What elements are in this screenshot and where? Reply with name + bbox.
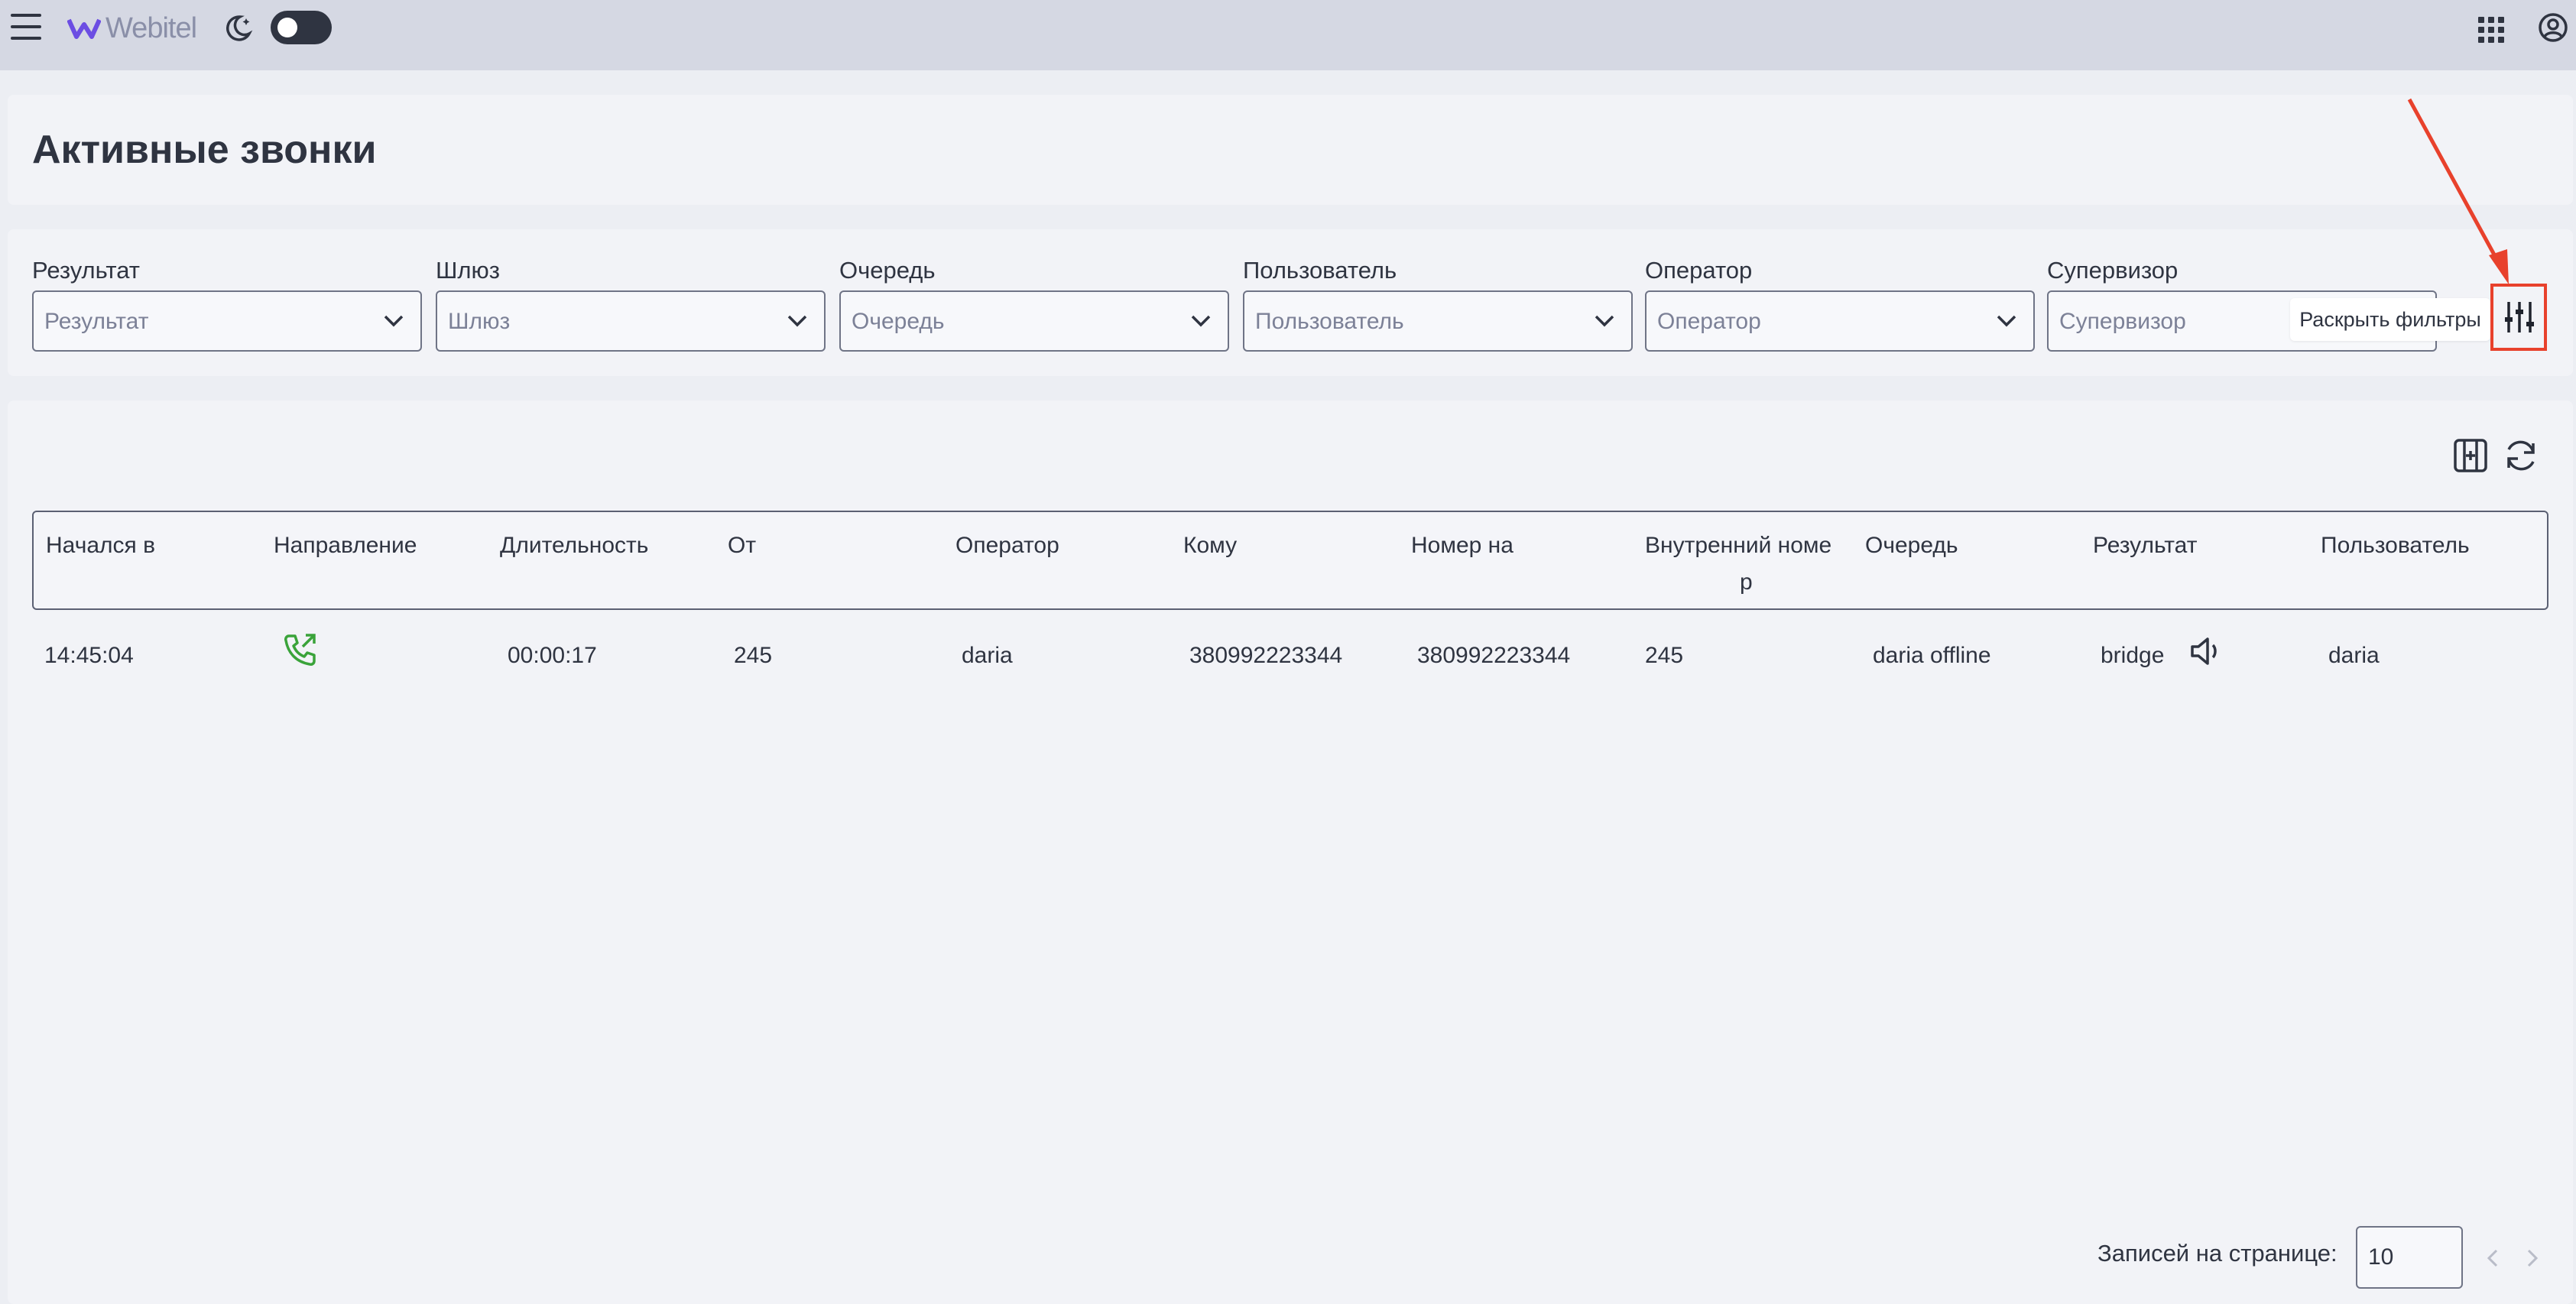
- select-placeholder: Пользователь: [1255, 309, 1404, 334]
- result-select[interactable]: Результат: [32, 290, 422, 352]
- filter-label: Очередь: [839, 257, 936, 284]
- column-header-result[interactable]: Результат: [2093, 527, 2197, 564]
- chevron-down-icon: [1191, 315, 1211, 327]
- cell-number: 380992223344: [1417, 643, 1571, 668]
- filters-panel: Результат Результат Шлюз Шлюз Очередь Оч…: [8, 229, 2573, 376]
- column-header-operator[interactable]: Оператор: [955, 527, 1059, 564]
- cell-operator: daria: [962, 643, 1013, 668]
- speaker-icon[interactable]: [2188, 634, 2223, 668]
- page-size-input[interactable]: [2356, 1226, 2463, 1289]
- column-header-extension-wrap: р: [1740, 569, 1753, 595]
- cell-queue: daria offline: [1873, 643, 1991, 668]
- theme-toggle[interactable]: [271, 11, 332, 44]
- operator-select[interactable]: Оператор: [1645, 290, 2035, 352]
- filter-gateway: Шлюз Шлюз: [436, 257, 826, 352]
- filter-label: Результат: [32, 257, 140, 284]
- column-header-duration[interactable]: Длительность: [500, 527, 648, 564]
- moon-stars-icon: [226, 15, 253, 41]
- filter-label: Шлюз: [436, 257, 500, 284]
- filter-queue: Очередь Очередь: [839, 257, 1229, 352]
- chevron-right-icon[interactable]: [2519, 1244, 2544, 1272]
- title-panel: Активные звонки: [8, 95, 2573, 205]
- account-circle-icon[interactable]: [2538, 12, 2568, 43]
- cell-result: bridge: [2101, 643, 2165, 668]
- outbound-call-icon[interactable]: [281, 631, 318, 668]
- top-bar: Webitel: [0, 0, 2576, 70]
- chevron-left-icon[interactable]: [2481, 1244, 2506, 1272]
- chevron-down-icon: [787, 315, 807, 327]
- select-placeholder: Очередь: [852, 309, 945, 334]
- column-header-started[interactable]: Начался в: [46, 527, 155, 564]
- select-placeholder: Оператор: [1657, 309, 1761, 334]
- column-header-direction[interactable]: Направление: [274, 527, 417, 564]
- column-header-queue[interactable]: Очередь: [1865, 527, 1958, 564]
- brand-logo[interactable]: Webitel: [67, 11, 197, 46]
- column-header-number[interactable]: Номер на: [1411, 527, 1513, 564]
- cell-started: 14:45:04: [44, 643, 134, 668]
- column-header-extension[interactable]: Внутренний номе: [1645, 527, 1831, 564]
- gateway-select[interactable]: Шлюз: [436, 290, 826, 352]
- chevron-down-icon: [1997, 315, 2016, 327]
- cell-extension: 245: [1645, 643, 1684, 668]
- cell-to: 380992223344: [1189, 643, 1343, 668]
- table-header: Начался в Направление Длительность От Оп…: [32, 511, 2548, 610]
- column-header-from[interactable]: От: [728, 527, 756, 564]
- column-select-icon[interactable]: [2451, 436, 2490, 475]
- filter-label: Супервизор: [2047, 257, 2179, 284]
- page-title: Активные звонки: [32, 128, 377, 172]
- toggle-knob: [277, 18, 297, 37]
- table-panel: Начался в Направление Длительность От Оп…: [8, 401, 2573, 1304]
- filter-user: Пользователь Пользователь: [1243, 257, 1633, 352]
- filter-label: Пользователь: [1243, 257, 1397, 284]
- cell-duration: 00:00:17: [508, 643, 597, 668]
- cell-from: 245: [734, 643, 773, 668]
- menu-icon[interactable]: [11, 14, 41, 41]
- table-row[interactable]: 14:45:04 00:00:17 245 daria 380992223344…: [32, 619, 2548, 694]
- filter-result: Результат Результат: [32, 257, 422, 352]
- chevron-down-icon: [1595, 315, 1614, 327]
- page-size-label: Записей на странице:: [2097, 1240, 2338, 1267]
- brand-name: Webitel: [105, 11, 197, 44]
- apps-grid-icon[interactable]: [2477, 15, 2504, 43]
- cell-user: daria: [2328, 643, 2380, 668]
- select-placeholder: Супервизор: [2059, 309, 2186, 334]
- column-header-to[interactable]: Кому: [1183, 527, 1237, 564]
- filter-toggle-tooltip: Раскрыть фильтры: [2290, 298, 2490, 341]
- annotation-arrow: [2407, 98, 2509, 284]
- queue-select[interactable]: Очередь: [839, 290, 1229, 352]
- webitel-logo-icon: [67, 18, 101, 39]
- user-select[interactable]: Пользователь: [1243, 290, 1633, 352]
- column-header-user[interactable]: Пользователь: [2321, 527, 2470, 564]
- filter-label: Оператор: [1645, 257, 1753, 284]
- filter-operator: Оператор Оператор: [1645, 257, 2035, 352]
- select-placeholder: Результат: [44, 309, 149, 334]
- highlight-box: [2490, 284, 2547, 351]
- chevron-down-icon: [384, 315, 404, 327]
- refresh-icon[interactable]: [2501, 436, 2541, 475]
- select-placeholder: Шлюз: [448, 309, 511, 334]
